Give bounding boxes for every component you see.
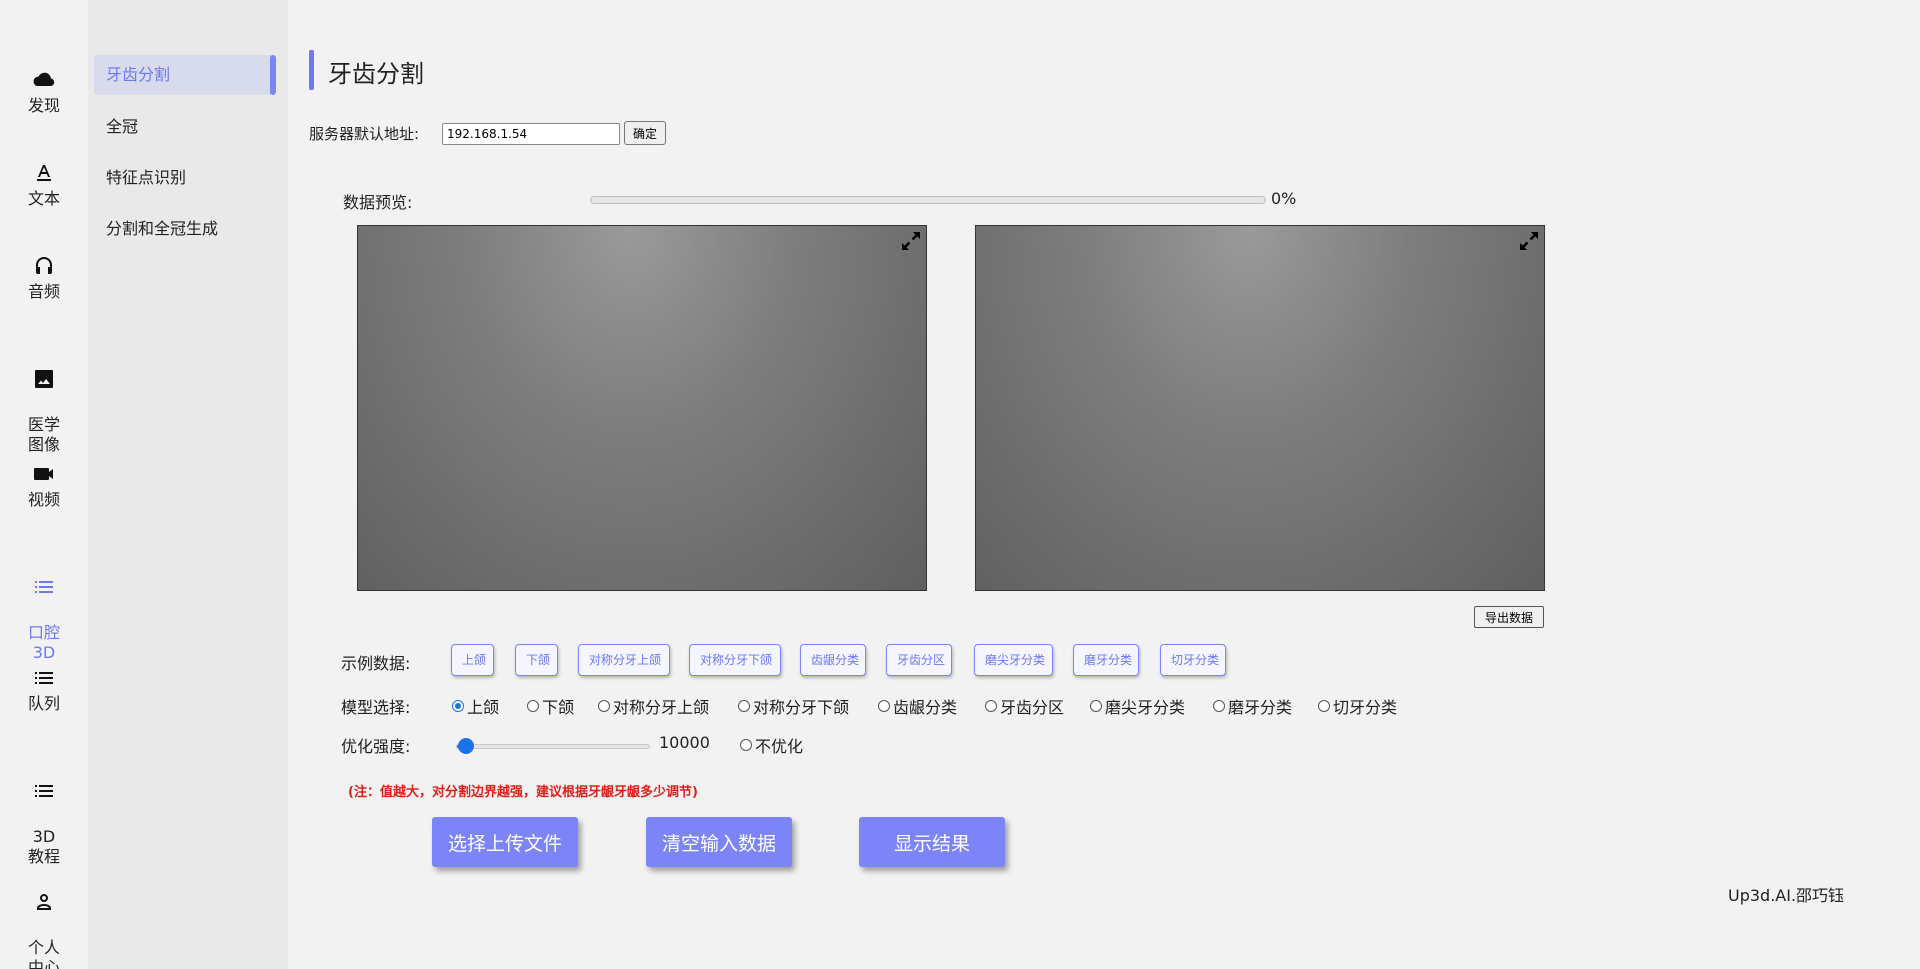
radio-dot[interactable] xyxy=(985,700,997,712)
rail-item-audio[interactable]: 音频 xyxy=(0,256,88,302)
optimize-slider-thumb[interactable] xyxy=(457,738,474,754)
radio-dot[interactable] xyxy=(740,739,752,751)
radio-dot[interactable] xyxy=(1090,700,1102,712)
optimize-slider-track[interactable] xyxy=(456,744,650,749)
radio-label: 下颌 xyxy=(542,698,575,717)
radio-dot[interactable] xyxy=(527,700,539,712)
example-chip-symmetric-lower[interactable]: 对称分牙下颌 xyxy=(689,644,781,676)
model-radio-upper-jaw[interactable]: 上颌 xyxy=(452,694,499,718)
show-result-button[interactable]: 显示结果 xyxy=(859,817,1005,867)
rail-label-profile: 个人 中心 xyxy=(27,938,60,969)
example-chip-tooth-zone[interactable]: 牙齿分区 xyxy=(886,644,952,676)
rail-label-oral-3d: 口腔 3D xyxy=(27,623,60,662)
rail-label-3d-tutorial: 3D 教程 xyxy=(27,827,60,866)
radio-dot[interactable] xyxy=(738,700,750,712)
radio-label: 齿龈分类 xyxy=(893,698,958,717)
radio-label: 磨牙分类 xyxy=(1228,698,1293,717)
rail-label-medical-image: 医学 图像 xyxy=(27,415,60,454)
server-address-label: 服务器默认地址: xyxy=(309,125,420,143)
subnav-item-full-crown[interactable]: 全冠 xyxy=(94,107,276,147)
server-address-input[interactable] xyxy=(442,123,620,145)
rail-item-medical-image[interactable]: 医学 图像 xyxy=(0,349,88,455)
radio-dot[interactable] xyxy=(1213,700,1225,712)
list-icon xyxy=(35,785,53,797)
rail-item-3d-tutorial[interactable]: 3D 教程 xyxy=(0,761,88,867)
progress-bar xyxy=(590,196,1266,204)
hint-note: (注：值越大，对分割边界越强，建议根据牙龈牙龈多少调节) xyxy=(348,785,698,800)
data-preview-label: 数据预览: xyxy=(343,193,413,212)
rail-item-profile[interactable]: 个人 中心 xyxy=(0,872,88,969)
image-icon xyxy=(35,370,53,388)
no-optimize-radio[interactable]: 不优化 xyxy=(740,733,803,757)
subnav-item-tooth-segmentation[interactable]: 牙齿分割 xyxy=(94,55,276,95)
confirm-button[interactable]: 确定 xyxy=(624,121,666,145)
rail-item-discover[interactable]: 发现 xyxy=(0,70,88,116)
rail-item-text[interactable]: 文本 xyxy=(0,163,88,209)
subnav-item-seg-and-crown[interactable]: 分割和全冠生成 xyxy=(94,209,276,249)
model-radio-gingiva-class[interactable]: 齿龈分类 xyxy=(878,694,957,718)
rail-label-text: 文本 xyxy=(27,189,60,208)
rail-item-video[interactable]: 视频 xyxy=(0,464,88,510)
list-icon xyxy=(35,672,53,684)
example-chip-lower-jaw[interactable]: 下颌 xyxy=(515,644,558,676)
rail-item-queue[interactable]: 队列 xyxy=(0,668,88,714)
upload-file-button[interactable]: 选择上传文件 xyxy=(432,817,578,867)
clear-input-button[interactable]: 清空输入数据 xyxy=(646,817,792,867)
example-chip-incisor-class[interactable]: 切牙分类 xyxy=(1160,644,1226,676)
example-chip-molar-canine-class[interactable]: 磨尖牙分类 xyxy=(974,644,1053,676)
expand-icon[interactable] xyxy=(1518,230,1540,252)
list-icon xyxy=(35,581,53,593)
example-data-label: 示例数据: xyxy=(341,654,411,673)
example-chip-molar-class[interactable]: 磨牙分类 xyxy=(1073,644,1139,676)
rail-label-discover: 发现 xyxy=(27,96,60,115)
radio-dot[interactable] xyxy=(452,700,464,712)
model-radio-symmetric-lower[interactable]: 对称分牙下颌 xyxy=(738,694,849,718)
model-radio-molar-class[interactable]: 磨牙分类 xyxy=(1213,694,1292,718)
result-3d-viewer[interactable] xyxy=(975,225,1545,591)
model-radio-molar-canine-class[interactable]: 磨尖牙分类 xyxy=(1090,694,1185,718)
radio-label: 切牙分类 xyxy=(1333,698,1398,717)
expand-icon[interactable] xyxy=(900,230,922,252)
radio-dot[interactable] xyxy=(598,700,610,712)
model-radio-tooth-zone[interactable]: 牙齿分区 xyxy=(985,694,1064,718)
model-radio-lower-jaw[interactable]: 下颌 xyxy=(527,694,574,718)
radio-dot[interactable] xyxy=(878,700,890,712)
page-title: 牙齿分割 xyxy=(328,60,424,88)
subnav-item-landmark-detection[interactable]: 特征点识别 xyxy=(94,158,276,198)
headphones-icon xyxy=(36,257,52,274)
example-chip-gingiva-class[interactable]: 齿龈分类 xyxy=(800,644,866,676)
model-radio-incisor-class[interactable]: 切牙分类 xyxy=(1318,694,1397,718)
example-chip-symmetric-upper[interactable]: 对称分牙上颌 xyxy=(578,644,670,676)
cloud-icon xyxy=(33,72,55,86)
radio-label: 上颌 xyxy=(467,698,500,717)
radio-label: 对称分牙下颌 xyxy=(753,698,850,717)
model-select-label: 模型选择: xyxy=(341,698,411,717)
radio-label: 磨尖牙分类 xyxy=(1105,698,1186,717)
example-chip-upper-jaw[interactable]: 上颌 xyxy=(451,644,494,676)
rail-label-audio: 音频 xyxy=(27,282,60,301)
main-rail: 发现 文本 音频 医学 图像 视频 口腔 3D 队列 3D 教程 个人 中心 xyxy=(0,0,88,969)
progress-text: 0% xyxy=(1271,189,1297,208)
model-radio-symmetric-upper[interactable]: 对称分牙上颌 xyxy=(598,694,709,718)
input-3d-viewer[interactable] xyxy=(357,225,927,591)
radio-label: 对称分牙上颌 xyxy=(613,698,710,717)
radio-dot[interactable] xyxy=(1318,700,1330,712)
optimize-value: 10000 xyxy=(659,733,710,752)
optimize-strength-label: 优化强度: xyxy=(341,737,411,756)
person-icon xyxy=(37,894,51,910)
rail-label-queue: 队列 xyxy=(27,694,60,713)
text-icon xyxy=(37,165,51,181)
footer-credit: Up3d.AI.邵巧钰 xyxy=(1728,886,1845,905)
rail-label-video: 视频 xyxy=(27,490,60,509)
radio-label: 牙齿分区 xyxy=(1000,698,1065,717)
rail-item-oral-3d[interactable]: 口腔 3D xyxy=(0,557,88,663)
video-icon xyxy=(34,468,53,480)
title-accent-bar xyxy=(309,50,314,90)
radio-label: 不优化 xyxy=(755,737,804,756)
export-data-button[interactable]: 导出数据 xyxy=(1474,606,1544,628)
sub-nav: 牙齿分割 全冠 特征点识别 分割和全冠生成 xyxy=(88,0,288,969)
